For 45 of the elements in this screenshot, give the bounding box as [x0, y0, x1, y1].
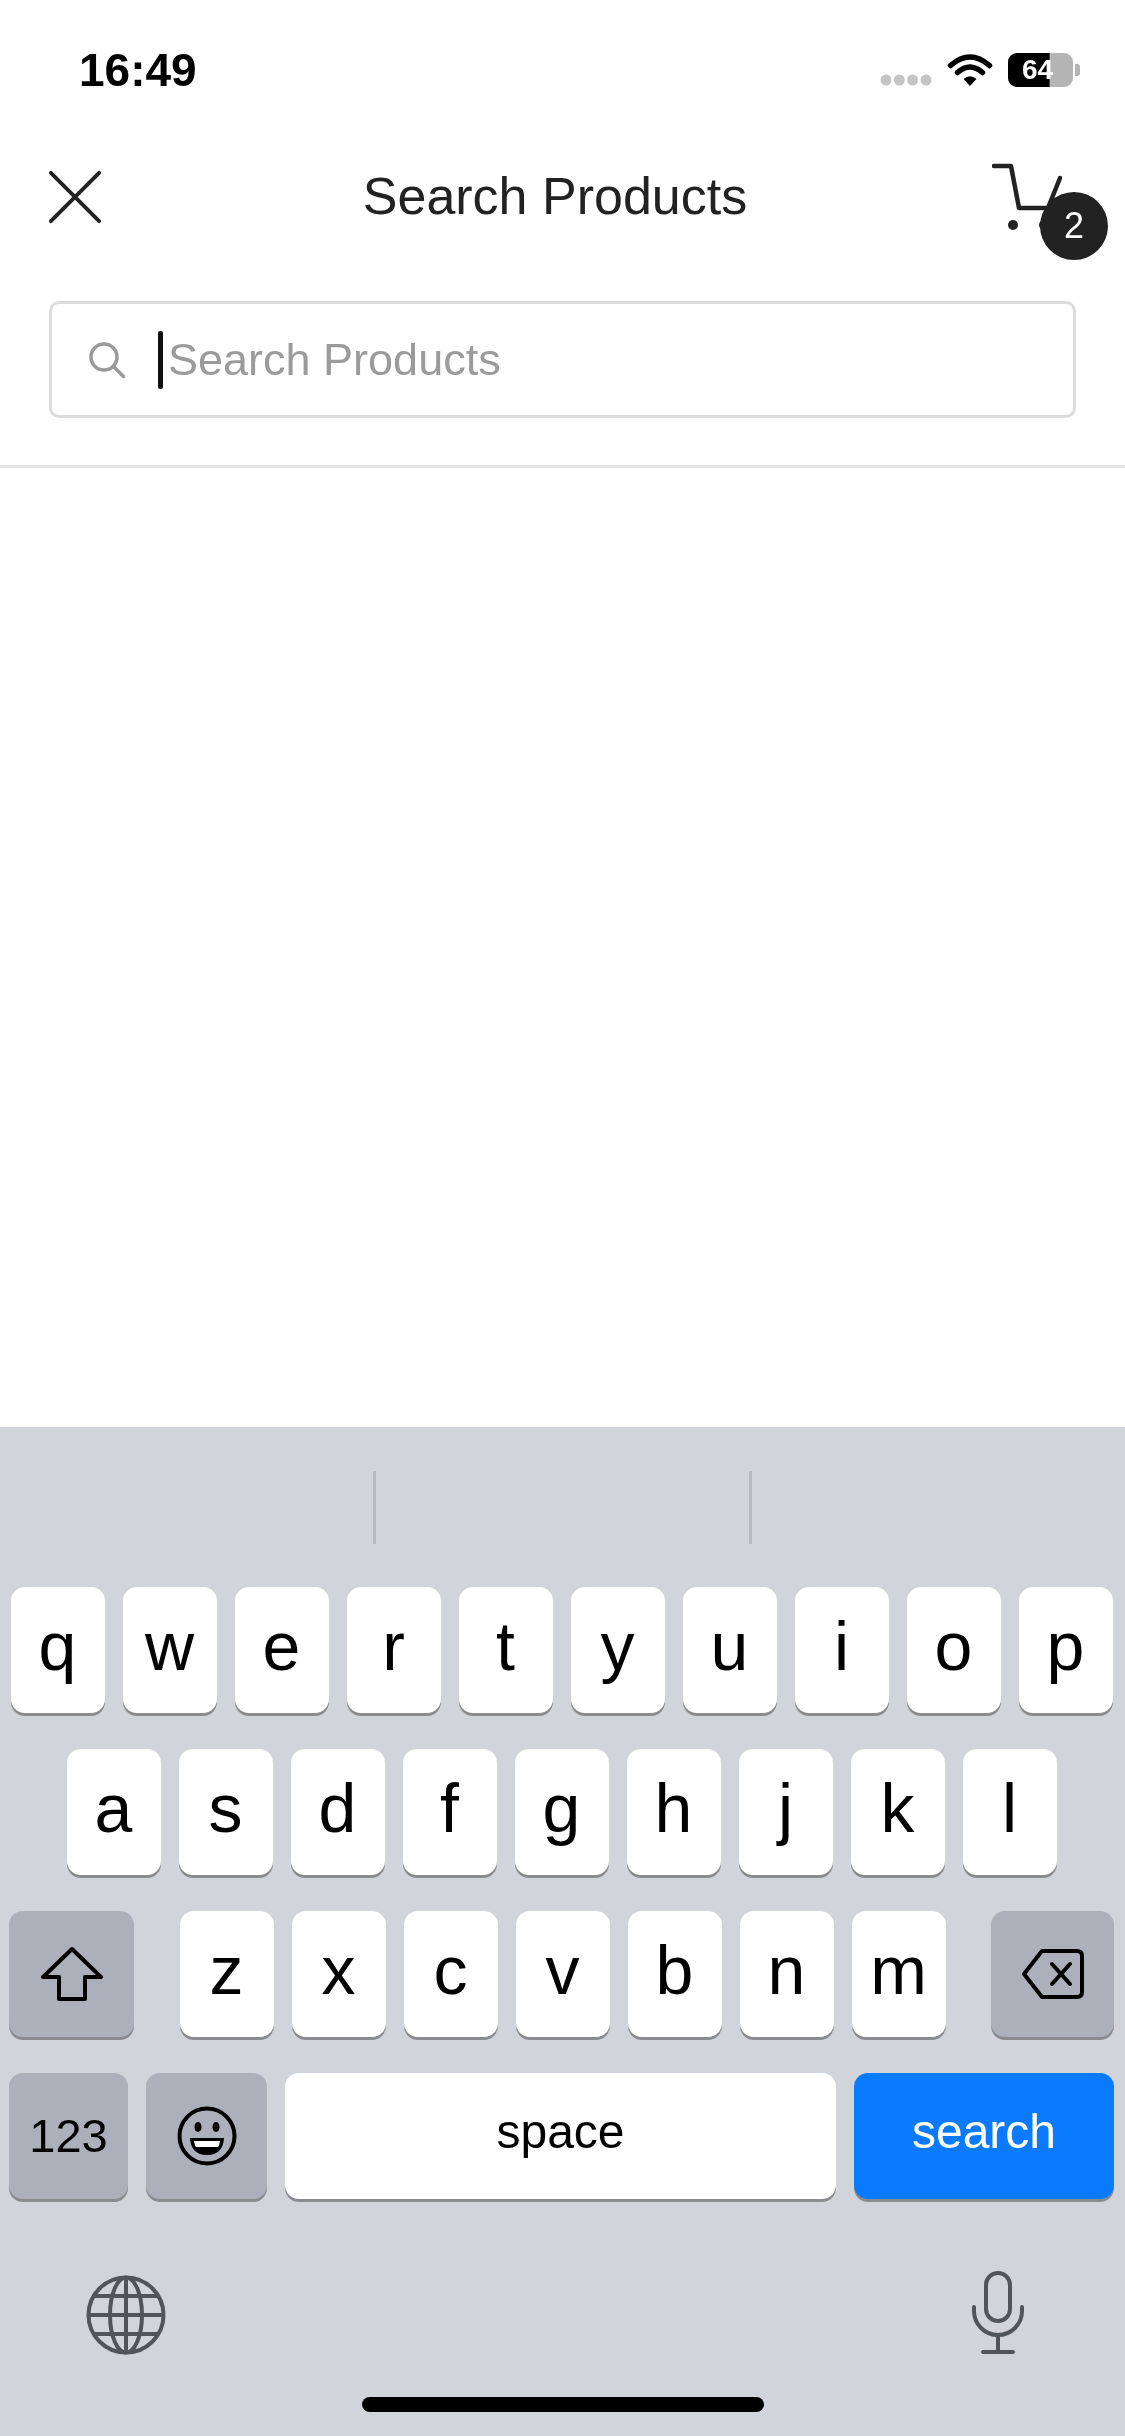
letter-key[interactable]: e: [234, 1587, 329, 1713]
letter-key[interactable]: p: [1018, 1587, 1113, 1713]
letter-key[interactable]: n: [739, 1911, 834, 2037]
wifi-icon: [947, 53, 993, 87]
emoji-key[interactable]: [146, 2073, 267, 2199]
letter-key[interactable]: b: [627, 1911, 722, 2037]
letter-key[interactable]: k: [850, 1749, 945, 1875]
letter-key[interactable]: w: [122, 1587, 217, 1713]
letter-key[interactable]: q: [10, 1587, 105, 1713]
letter-key[interactable]: y: [570, 1587, 665, 1713]
shift-key[interactable]: [9, 1911, 134, 2037]
search-icon: [88, 341, 126, 379]
numbers-key[interactable]: 123: [9, 2073, 128, 2199]
shift-icon: [39, 1946, 104, 2002]
letter-key[interactable]: u: [682, 1587, 777, 1713]
letter-key[interactable]: i: [794, 1587, 889, 1713]
letter-key[interactable]: m: [851, 1911, 946, 2037]
letter-key[interactable]: s: [178, 1749, 273, 1875]
letter-key[interactable]: f: [402, 1749, 497, 1875]
letter-key[interactable]: d: [290, 1749, 385, 1875]
letter-key[interactable]: r: [346, 1587, 441, 1713]
close-icon[interactable]: [48, 170, 102, 224]
letter-key[interactable]: o: [906, 1587, 1001, 1713]
letter-key[interactable]: t: [458, 1587, 553, 1713]
globe-icon[interactable]: [86, 2275, 166, 2355]
smiley-icon: [176, 2106, 237, 2166]
letter-key[interactable]: h: [626, 1749, 721, 1875]
search-key[interactable]: search: [854, 2073, 1114, 2199]
delete-icon: [1020, 1948, 1085, 2000]
letter-key[interactable]: g: [514, 1749, 609, 1875]
status-time: 16:49: [79, 44, 197, 96]
space-key[interactable]: space: [285, 2073, 836, 2199]
letter-key[interactable]: c: [403, 1911, 498, 2037]
letter-key[interactable]: z: [179, 1911, 274, 2037]
letter-key[interactable]: l: [962, 1749, 1057, 1875]
cart-count-badge: 2: [1040, 192, 1108, 260]
search-field[interactable]: Search Products: [49, 301, 1076, 418]
letter-key[interactable]: a: [66, 1749, 161, 1875]
signal-icon: [880, 74, 932, 86]
delete-key[interactable]: [991, 1911, 1114, 2037]
microphone-icon[interactable]: [970, 2271, 1026, 2355]
letter-key[interactable]: x: [291, 1911, 386, 2037]
page-title: Search Products: [362, 167, 748, 227]
letter-key[interactable]: v: [515, 1911, 610, 2037]
letter-key[interactable]: j: [738, 1749, 833, 1875]
